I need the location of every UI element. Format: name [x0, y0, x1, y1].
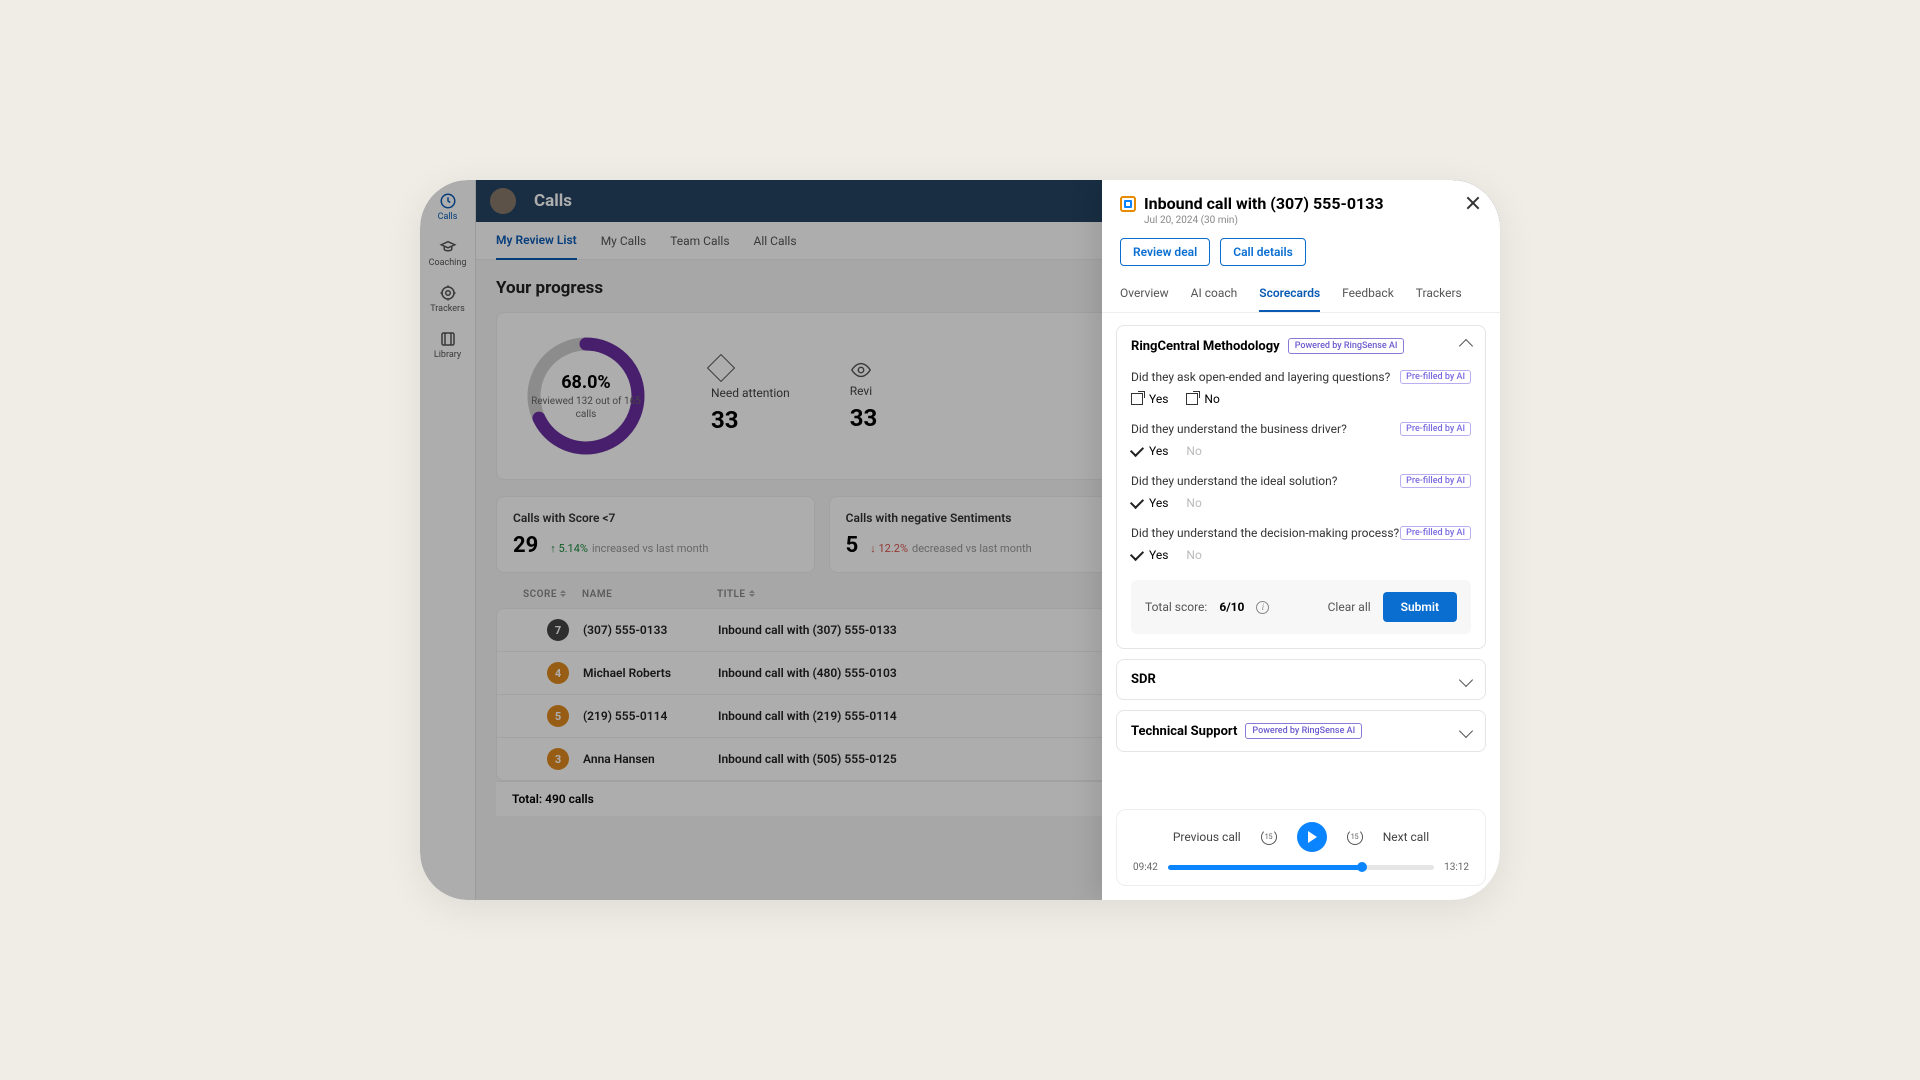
- tab-team-calls[interactable]: Team Calls: [670, 223, 729, 259]
- tab-my-calls[interactable]: My Calls: [601, 223, 647, 259]
- attention-icon: [707, 354, 735, 382]
- close-icon[interactable]: [1464, 194, 1482, 212]
- external-link-icon: [1131, 393, 1143, 405]
- answer-no[interactable]: No: [1186, 444, 1201, 458]
- panel-subtitle: Jul 20, 2024 (30 min): [1144, 215, 1482, 226]
- page-title: Calls: [534, 191, 572, 211]
- tab-scorecards[interactable]: Scorecards: [1259, 286, 1320, 312]
- sidebar-item-calls[interactable]: Calls: [420, 184, 475, 230]
- audio-player: Previous call 15 15 Next call 09:42 13:1…: [1116, 809, 1486, 886]
- chevron-down-icon: [1459, 724, 1473, 738]
- sort-icon[interactable]: [749, 590, 757, 597]
- card-low-score[interactable]: Calls with Score <7 29 ↑ 5.14% increased…: [496, 496, 815, 573]
- answer-yes[interactable]: Yes: [1131, 496, 1168, 510]
- check-icon: [1130, 442, 1144, 456]
- time-elapsed: 09:42: [1133, 862, 1158, 873]
- library-icon: [439, 330, 457, 348]
- progress-donut: 68.0% Reviewed 132 out of 165 calls: [521, 331, 651, 461]
- info-icon[interactable]: [1256, 601, 1269, 614]
- panel-title: Inbound call with (307) 555-0133: [1144, 194, 1456, 213]
- tab-ai-coach[interactable]: AI coach: [1191, 286, 1238, 312]
- seek-bar[interactable]: [1168, 865, 1434, 870]
- check-icon: [1130, 546, 1144, 560]
- tab-overview[interactable]: Overview: [1120, 286, 1169, 312]
- review-deal-button[interactable]: Review deal: [1120, 238, 1210, 266]
- scorecard-tech-support[interactable]: Technical Support Powered by RingSense A…: [1116, 710, 1486, 752]
- ai-badge: Powered by RingSense AI: [1245, 723, 1362, 739]
- answer-no[interactable]: No: [1186, 548, 1201, 562]
- target-icon: [439, 284, 457, 302]
- call-details-button[interactable]: Call details: [1220, 238, 1306, 266]
- sidebar-item-coaching[interactable]: Coaching: [420, 230, 475, 276]
- answer-yes[interactable]: Yes: [1131, 548, 1168, 562]
- call-detail-panel: Inbound call with (307) 555-0133 Jul 20,…: [1102, 180, 1500, 900]
- sort-icon[interactable]: [560, 590, 568, 597]
- tab-trackers[interactable]: Trackers: [1416, 286, 1462, 312]
- time-total: 13:12: [1444, 862, 1469, 873]
- prefilled-badge: Pre-filled by AI: [1400, 370, 1471, 384]
- rewind-15-icon[interactable]: 15: [1261, 829, 1277, 845]
- prefilled-badge: Pre-filled by AI: [1400, 422, 1471, 436]
- prefilled-badge: Pre-filled by AI: [1400, 474, 1471, 488]
- play-icon: [1308, 831, 1317, 843]
- scorecard-methodology: RingCentral Methodology Powered by RingS…: [1116, 325, 1486, 649]
- sidebar-item-trackers[interactable]: Trackers: [420, 276, 475, 322]
- brand-logo-icon: [1120, 196, 1136, 212]
- prefilled-badge: Pre-filled by AI: [1400, 526, 1471, 540]
- progress-percent: 68.0%: [561, 372, 611, 393]
- check-icon: [1130, 494, 1144, 508]
- answer-no[interactable]: No: [1186, 392, 1219, 406]
- submit-button[interactable]: Submit: [1383, 592, 1457, 622]
- play-button[interactable]: [1297, 822, 1327, 852]
- answer-yes[interactable]: Yes: [1131, 444, 1168, 458]
- ai-badge: Powered by RingSense AI: [1288, 338, 1405, 354]
- progress-sub: Reviewed 132 out of 165 calls: [521, 395, 651, 421]
- answer-yes[interactable]: Yes: [1131, 392, 1168, 406]
- chevron-down-icon: [1459, 672, 1473, 686]
- tab-all-calls[interactable]: All Calls: [754, 223, 797, 259]
- scorecard-sdr[interactable]: SDR: [1116, 659, 1486, 700]
- clear-all-link[interactable]: Clear all: [1328, 600, 1371, 614]
- graduation-icon: [439, 238, 457, 256]
- external-link-icon: [1186, 393, 1198, 405]
- previous-call-link[interactable]: Previous call: [1173, 830, 1241, 844]
- card-negative-sentiment[interactable]: Calls with negative Sentiments 5 ↓ 12.2%…: [829, 496, 1148, 573]
- next-call-link[interactable]: Next call: [1383, 830, 1429, 844]
- avatar[interactable]: [490, 188, 516, 214]
- forward-15-icon[interactable]: 15: [1347, 829, 1363, 845]
- tab-my-review-list[interactable]: My Review List: [496, 222, 577, 260]
- chevron-up-icon[interactable]: [1459, 339, 1473, 353]
- left-sidebar: Calls Coaching Trackers Library: [420, 180, 476, 900]
- eye-icon: [850, 360, 872, 380]
- tab-feedback[interactable]: Feedback: [1342, 286, 1394, 312]
- clock-icon: [439, 192, 457, 210]
- sidebar-item-library[interactable]: Library: [420, 322, 475, 368]
- answer-no[interactable]: No: [1186, 496, 1201, 510]
